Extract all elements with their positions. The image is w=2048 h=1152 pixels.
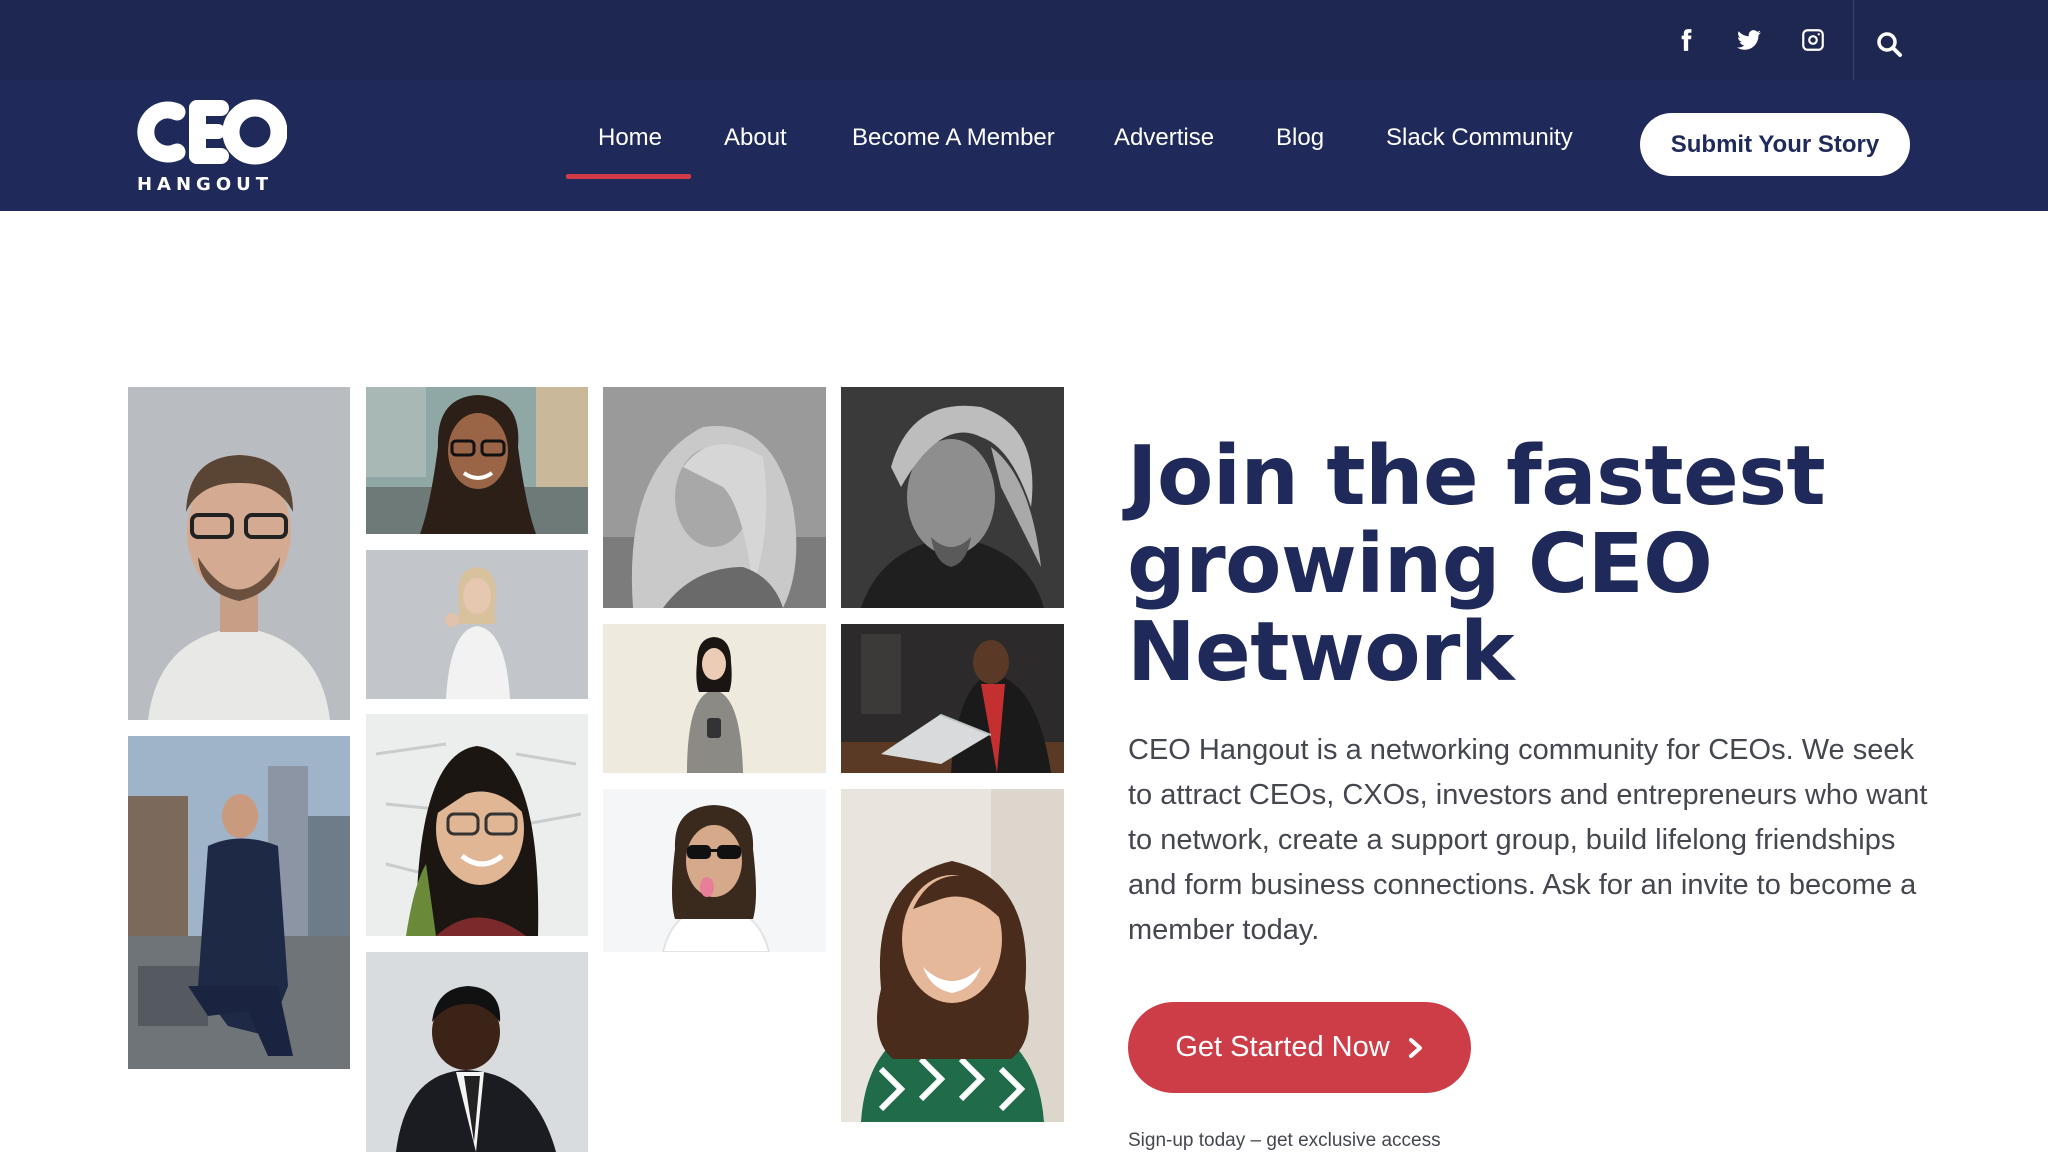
member-photo <box>366 952 588 1152</box>
submit-story-button[interactable]: Submit Your Story <box>1640 113 1910 176</box>
nav-slack-community[interactable]: Slack Community <box>1386 124 1573 152</box>
nav-home[interactable]: Home <box>598 124 662 152</box>
hero-headline: Join the fastest growing CEO Network <box>1127 429 1826 700</box>
instagram-icon[interactable] <box>1795 22 1831 58</box>
member-photo <box>603 789 826 952</box>
topbar-divider <box>1853 0 1854 80</box>
member-photo <box>128 387 350 720</box>
top-bar <box>0 0 2048 80</box>
search-icon[interactable] <box>1870 24 1910 64</box>
facebook-icon[interactable] <box>1668 22 1704 58</box>
main-navbar: HANGOUT Home About Become A Member Adver… <box>0 80 2048 211</box>
member-photo <box>841 789 1064 1122</box>
member-photo <box>841 624 1064 773</box>
twitter-icon[interactable] <box>1731 22 1767 58</box>
get-started-label: Get Started Now <box>1175 1031 1390 1063</box>
logo[interactable]: HANGOUT <box>127 94 287 198</box>
get-started-button[interactable]: Get Started Now <box>1128 1002 1471 1093</box>
logo-subtitle: HANGOUT <box>136 174 274 195</box>
member-photo <box>603 387 826 608</box>
signup-note: Sign-up today – get exclusive access <box>1128 1130 1441 1151</box>
member-photo <box>841 387 1064 608</box>
nav-advertise[interactable]: Advertise <box>1114 124 1214 152</box>
nav-become-a-member[interactable]: Become A Member <box>852 124 1055 152</box>
nav-blog[interactable]: Blog <box>1276 124 1324 152</box>
hero-description: CEO Hangout is a networking community fo… <box>1128 734 1928 946</box>
nav-active-indicator <box>566 174 691 179</box>
member-photo <box>366 550 588 699</box>
nav-about[interactable]: About <box>724 124 787 152</box>
member-photo <box>366 387 588 534</box>
chevron-right-icon <box>1408 1037 1422 1058</box>
member-photo <box>603 624 826 773</box>
logo-wordmark <box>137 99 287 165</box>
member-photo <box>366 714 588 936</box>
member-photo <box>128 736 350 1069</box>
